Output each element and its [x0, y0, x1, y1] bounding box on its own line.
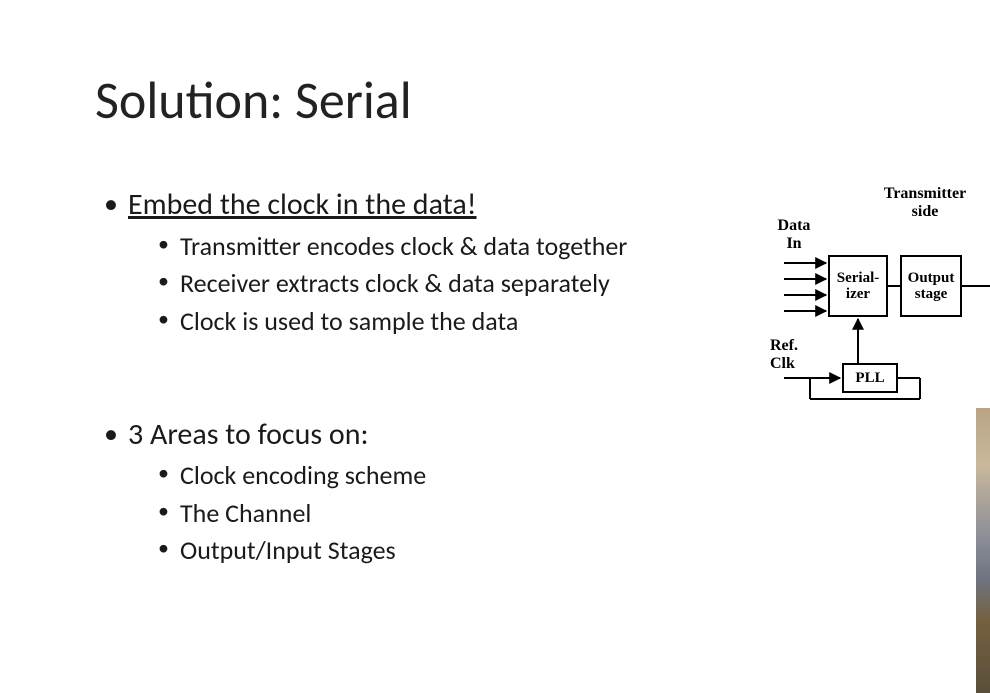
block-diagram: Transmitter side Data In Ref. Clk Serial…	[770, 185, 990, 415]
diagram-wires	[770, 185, 990, 415]
bullet-sub-2b: The Channel	[156, 495, 740, 533]
slide: Solution: Serial Embed the clock in the …	[0, 0, 990, 693]
bullet-main-1: Embed the clock in the data! Transmitter…	[100, 185, 740, 341]
bullet-sub-1a: Transmitter encodes clock & data togethe…	[156, 228, 740, 266]
bullet-sub-1c: Clock is used to sample the data	[156, 303, 740, 341]
spacer	[100, 345, 740, 415]
bullet-list-2: 3 Areas to focus on: Clock encoding sche…	[100, 415, 740, 571]
bullet-list: Embed the clock in the data! Transmitter…	[100, 185, 740, 341]
bullet-sub-2c: Output/Input Stages	[156, 532, 740, 570]
bullet-sub-1b: Receiver extracts clock & data separatel…	[156, 265, 740, 303]
bullet-main-2: 3 Areas to focus on: Clock encoding sche…	[100, 415, 740, 571]
slide-title: Solution: Serial	[95, 68, 412, 132]
webcam-sliver	[976, 408, 990, 693]
bullet-sub-list-1: Transmitter encodes clock & data togethe…	[128, 228, 740, 341]
bullet-main-2-text: 3 Areas to focus on:	[128, 416, 369, 453]
bullet-sub-list-2: Clock encoding scheme The Channel Output…	[128, 457, 740, 570]
bullet-sub-2a: Clock encoding scheme	[156, 457, 740, 495]
bullet-main-1-text: Embed the clock in the data!	[128, 186, 477, 223]
slide-body: Embed the clock in the data! Transmitter…	[100, 185, 740, 574]
